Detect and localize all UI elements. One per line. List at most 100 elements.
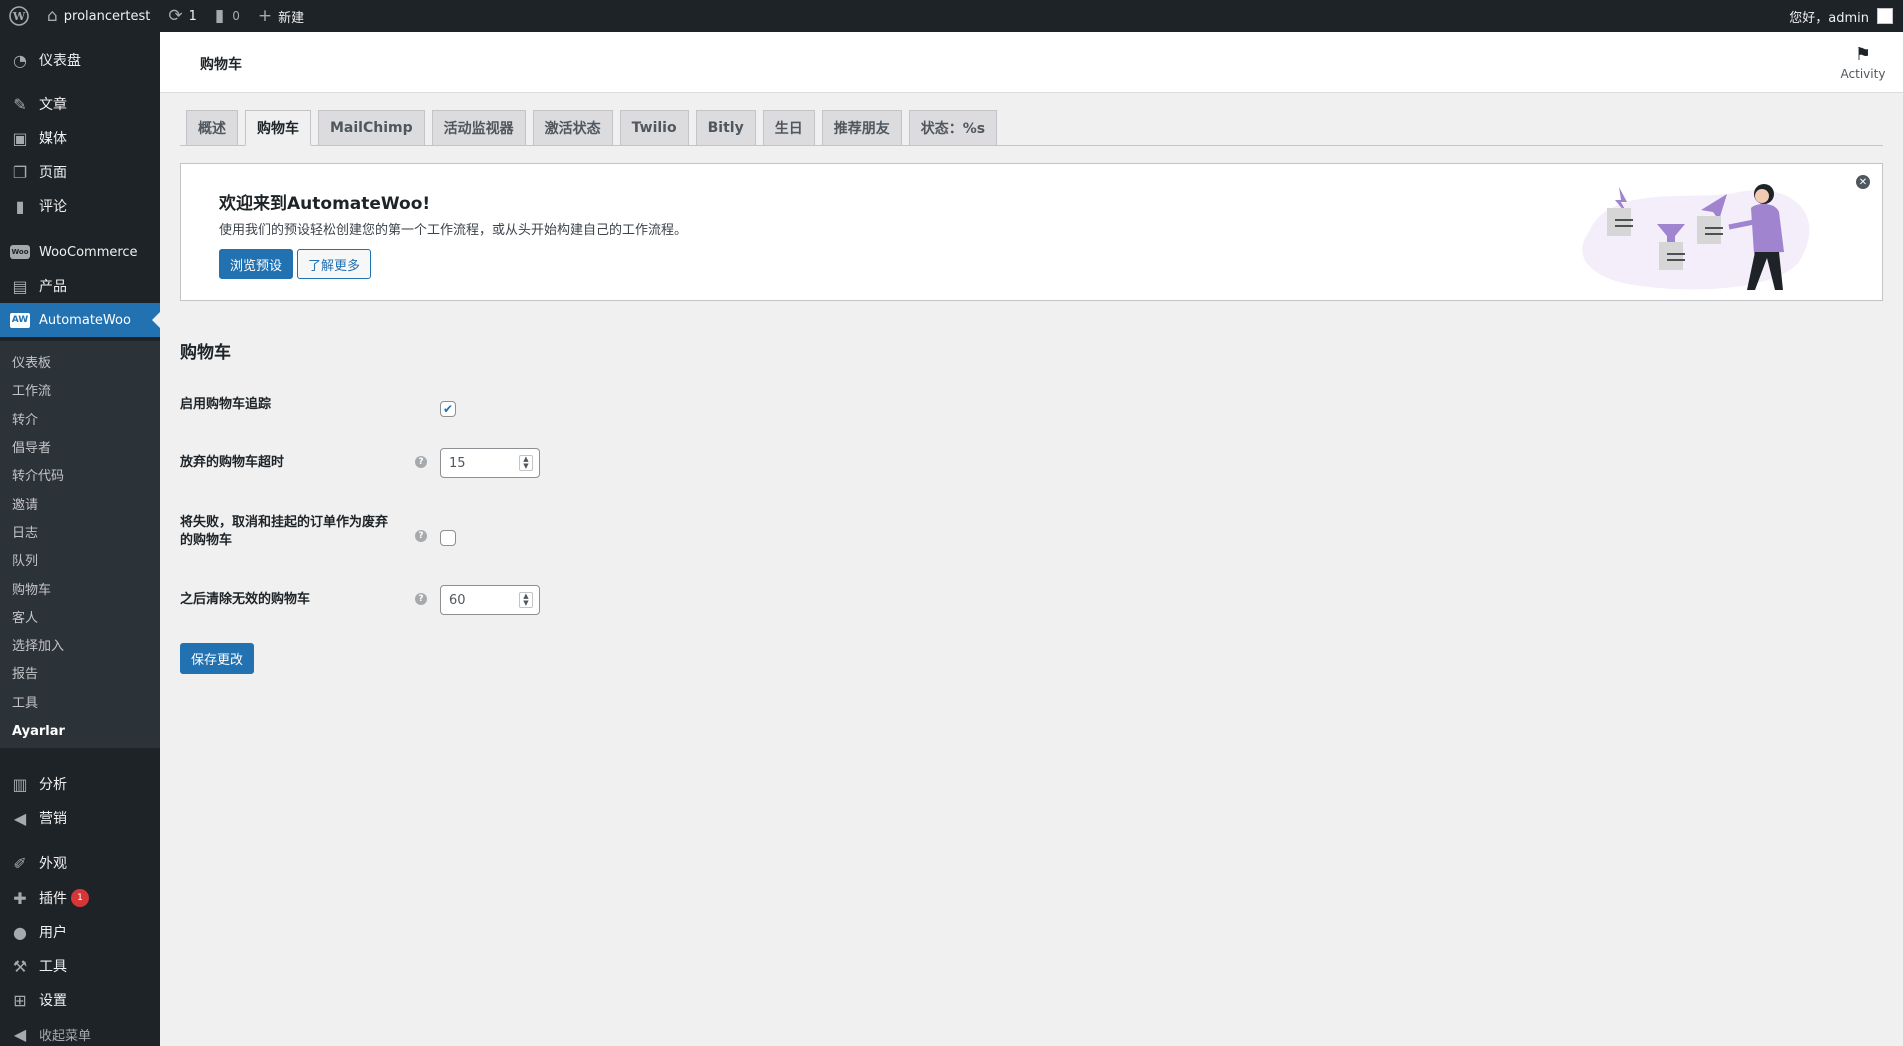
menu-automatewoo[interactable]: AW AutomateWoo <box>0 303 160 337</box>
enable-tracking-checkbox[interactable]: ✔ <box>440 401 456 417</box>
menu-woocommerce[interactable]: Woo WooCommerce <box>0 235 160 269</box>
collapse-icon: ◀ <box>13 1024 27 1044</box>
submenu-item-queue[interactable]: 队列 <box>12 552 38 572</box>
submenu-item-invites[interactable]: 邀请 <box>12 496 38 516</box>
menu-appearance[interactable]: ✐ 外观 <box>0 846 160 880</box>
user-icon: ● <box>13 922 27 942</box>
updates-link[interactable]: ⟳ 1 <box>159 0 206 32</box>
tab-twilio[interactable]: Twilio <box>619 110 689 146</box>
dismiss-welcome-button[interactable]: ✕ <box>1856 175 1870 189</box>
tab-bitly[interactable]: Bitly <box>695 110 756 146</box>
submenu-item-opt-ins[interactable]: 选择加入 <box>12 637 64 657</box>
menu-label: 产品 <box>39 279 67 295</box>
submenu-item-reports[interactable]: 报告 <box>12 665 38 685</box>
help-icon[interactable]: ? <box>415 593 427 605</box>
plugin-icon: ✚ <box>13 888 27 908</box>
failed-orders-checkbox[interactable] <box>440 530 456 546</box>
new-content-link[interactable]: + 新建 <box>249 0 313 32</box>
chevron-down-icon: ▼ <box>523 599 529 607</box>
help-icon[interactable]: ? <box>415 530 427 542</box>
menu-posts[interactable]: ✎ 文章 <box>0 87 160 121</box>
updates-count: 1 <box>188 8 197 24</box>
menu-products[interactable]: ▤ 产品 <box>0 269 160 303</box>
comments-link[interactable]: ▮ 0 <box>206 0 249 32</box>
number-spinner[interactable]: ▲ ▼ <box>519 592 533 608</box>
section-title: 购物车 <box>180 343 231 363</box>
tab-activity-monitor[interactable]: 活动监视器 <box>431 110 526 146</box>
menu-tools[interactable]: ⚒ 工具 <box>0 949 160 983</box>
tab-refer-a-friend[interactable]: 推荐朋友 <box>821 110 902 146</box>
wordpress-logo[interactable]: W <box>0 0 38 32</box>
submenu-item-carts[interactable]: 购物车 <box>12 581 51 601</box>
submenu-item-logs[interactable]: 日志 <box>12 524 38 544</box>
save-changes-button[interactable]: 保存更改 <box>180 643 255 674</box>
submenu-item-dashboard[interactable]: 仪表板 <box>12 354 51 374</box>
submenu-item-settings[interactable]: Ayarlar <box>12 722 65 742</box>
automatewoo-icon: AW <box>10 312 30 328</box>
menu-label: WooCommerce <box>39 244 138 260</box>
menu-dashboard[interactable]: ◔ 仪表盘 <box>0 43 160 77</box>
comment-icon: ▮ <box>214 5 225 26</box>
media-icon: ▣ <box>12 128 28 148</box>
menu-label: 仪表盘 <box>39 53 81 69</box>
tab-overview[interactable]: 概述 <box>186 110 238 146</box>
menu-media[interactable]: ▣ 媒体 <box>0 121 160 155</box>
menu-comments[interactable]: ▮ 评论 <box>0 189 160 223</box>
menu-pages[interactable]: ❐ 页面 <box>0 155 160 189</box>
menu-label: 外观 <box>39 856 67 872</box>
tab-activation-status[interactable]: 激活状态 <box>532 110 613 146</box>
wordpress-icon: W <box>9 6 29 26</box>
abandoned-timeout-input[interactable]: 15 ▲ ▼ <box>440 448 540 478</box>
admin-sidebar: ◔ 仪表盘 ✎ 文章 ▣ 媒体 ❐ 页面 ▮ 评论 Woo WooCommerce ▤ 产品 … <box>0 32 160 1046</box>
tab-birthdays[interactable]: 生日 <box>762 110 815 146</box>
welcome-title: 欢迎来到AutomateWoo! <box>219 194 431 214</box>
browse-presets-button[interactable]: 浏览预设 <box>219 249 294 279</box>
number-spinner[interactable]: ▲ ▼ <box>519 455 533 471</box>
menu-settings[interactable]: ⊞ 设置 <box>0 983 160 1017</box>
menu-users[interactable]: ● 用户 <box>0 915 160 949</box>
menu-label: 设置 <box>39 993 67 1009</box>
menu-marketing[interactable]: ◀ 营销 <box>0 801 160 835</box>
submenu-item-advocates[interactable]: 倡导者 <box>12 439 51 459</box>
checkmark-icon: ✔ <box>442 402 454 416</box>
abandoned-timeout-label: 放弃的购物车超时 <box>180 455 285 470</box>
brush-icon: ✐ <box>13 853 27 873</box>
menu-label: 收起菜单 <box>39 1028 92 1044</box>
comments-count: 0 <box>232 9 240 23</box>
automatewoo-submenu: 仪表板 工作流 转介 倡导者 转介代码 邀请 日志 队列 购物车 客人 选择加入… <box>0 341 160 748</box>
site-name-link[interactable]: ⌂ prolancertest <box>38 0 159 32</box>
submenu-item-tools[interactable]: 工具 <box>12 694 38 714</box>
submenu-item-referral-codes[interactable]: 转介代码 <box>12 467 64 487</box>
menu-label: 页面 <box>39 165 67 181</box>
clear-inactive-input[interactable]: 60 ▲ ▼ <box>440 585 540 615</box>
submenu-item-workflows[interactable]: 工作流 <box>12 382 51 402</box>
wrench-icon: ⚒ <box>12 956 28 976</box>
collapse-menu-button[interactable]: ◀ 收起菜单 <box>0 1017 160 1046</box>
page-title: 购物车 <box>200 57 242 73</box>
submenu-item-referrals[interactable]: 转介 <box>12 411 38 431</box>
help-icon[interactable]: ? <box>415 456 427 468</box>
menu-label: 营销 <box>39 811 67 827</box>
chart-bar-icon: ▥ <box>12 774 28 794</box>
menu-label: 分析 <box>39 777 67 793</box>
clear-inactive-label: 之后清除无效的购物车 <box>180 592 311 607</box>
failed-orders-label: 将失败，取消和挂起的订单作为废弃的购物车 <box>180 515 389 548</box>
clear-inactive-value: 60 <box>449 592 466 608</box>
learn-more-button[interactable]: 了解更多 <box>297 249 372 279</box>
menu-label: 媒体 <box>39 131 67 147</box>
tab-carts[interactable]: 购物车 <box>245 110 311 146</box>
tab-mailchimp[interactable]: MailChimp <box>318 110 425 146</box>
menu-analytics[interactable]: ▥ 分析 <box>0 767 160 801</box>
menu-label: 工具 <box>39 959 67 975</box>
plus-icon: + <box>257 5 273 26</box>
tab-status[interactable]: 状态：%s <box>908 110 998 146</box>
admin-bar: W ⌂ prolancertest ⟳ 1 ▮ 0 + 新建 您好，admin <box>0 0 1903 32</box>
activity-button[interactable]: ⚑ Activity <box>1823 32 1903 92</box>
abandoned-timeout-value: 15 <box>449 455 466 471</box>
account-greeting[interactable]: 您好，admin <box>1789 7 1869 26</box>
avatar[interactable] <box>1877 8 1893 24</box>
chevron-down-icon: ▼ <box>523 462 529 470</box>
submenu-item-guests[interactable]: 客人 <box>12 609 38 629</box>
menu-plugins[interactable]: ✚ 插件 1 <box>0 881 160 915</box>
new-label: 新建 <box>278 10 305 26</box>
